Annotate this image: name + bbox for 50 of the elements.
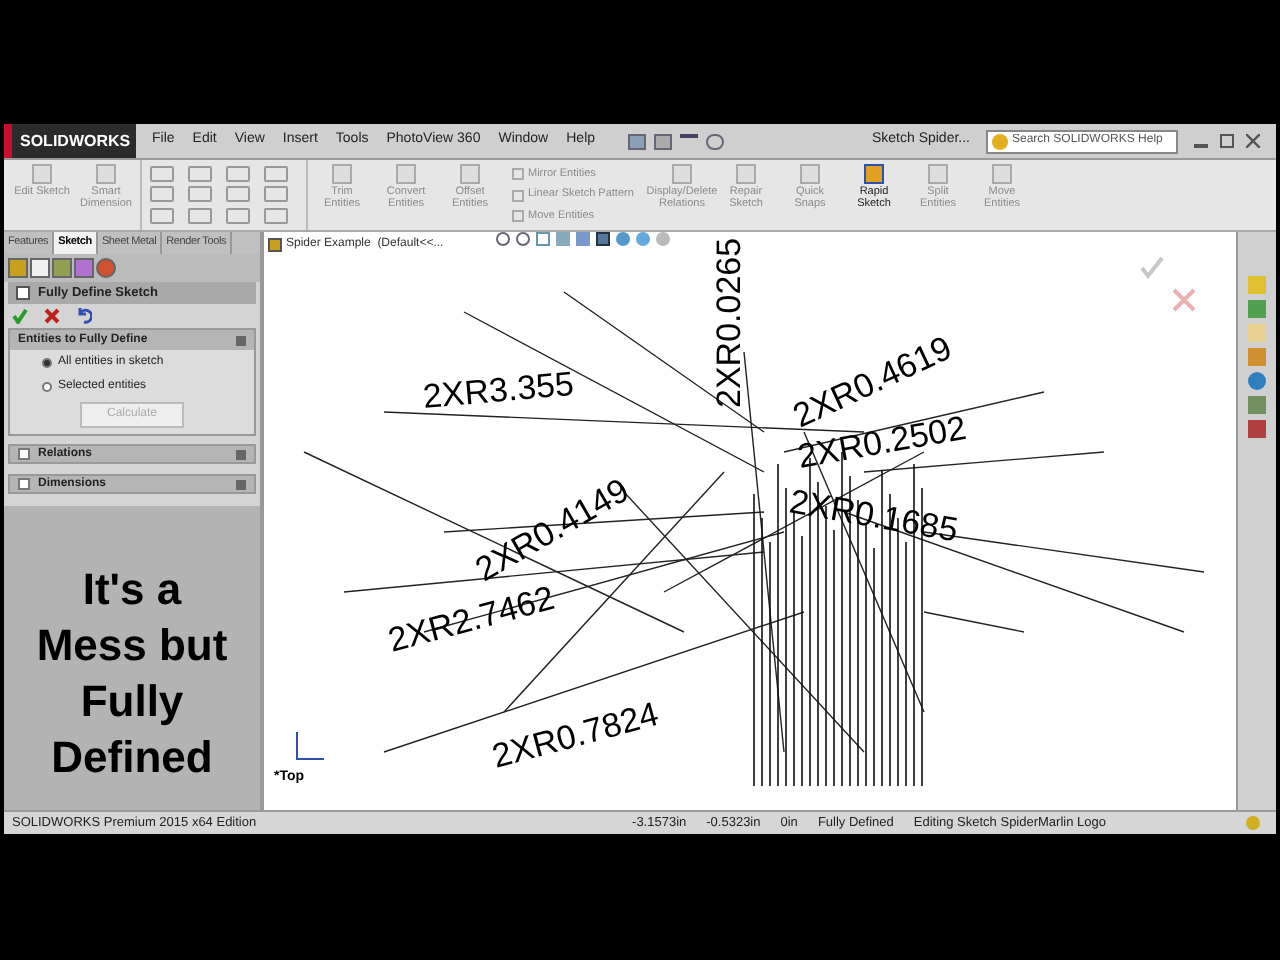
scene-icon[interactable] [656, 232, 670, 246]
dimension-label[interactable]: 2XR0.1685 [786, 482, 961, 550]
dimxpert-icon[interactable] [74, 258, 94, 278]
sketch-tool-icon[interactable] [264, 207, 288, 224]
restore-icon[interactable] [1220, 134, 1234, 148]
configuration-icon[interactable] [52, 258, 72, 278]
sketch-tool-icon[interactable] [264, 186, 288, 203]
sketch-tool-icon[interactable] [188, 207, 212, 224]
appearance-icon[interactable] [636, 232, 650, 246]
part-icon [268, 238, 282, 252]
display-style-icon[interactable] [596, 232, 610, 246]
print-icon[interactable] [653, 133, 672, 149]
help-icon[interactable] [1246, 816, 1260, 830]
triad-icon [296, 732, 324, 760]
sketch-tool-icon[interactable] [226, 186, 250, 203]
expand-icon[interactable] [236, 479, 246, 489]
cancel-icon[interactable] [44, 308, 60, 324]
sketch-tool-icon[interactable] [150, 166, 174, 182]
appearance-icon[interactable] [96, 258, 116, 278]
sketch-tool-icon[interactable] [188, 186, 212, 203]
section-icon [18, 448, 30, 460]
save-icon[interactable] [627, 133, 646, 149]
sketch-tool-icon[interactable] [226, 166, 250, 182]
caption-text: It's a Mess but Fully Defined [34, 562, 230, 786]
property-manager-icon[interactable] [30, 258, 50, 278]
sketch-tool-icon[interactable] [150, 207, 174, 224]
sketch-icon [16, 286, 30, 300]
sketch-tool-icon[interactable] [226, 207, 250, 224]
collapse-icon[interactable] [236, 335, 246, 345]
dimension-label[interactable]: 2XR3.355 [421, 364, 576, 416]
sketch-tool-icon[interactable] [264, 166, 288, 182]
cancel-icon[interactable] [1172, 288, 1196, 312]
help-icon [992, 133, 1008, 149]
sketch-line[interactable] [743, 351, 785, 753]
expand-icon[interactable] [236, 449, 246, 459]
sketch-tool-icon[interactable] [188, 166, 212, 182]
app-logo: SOLIDWORKS [4, 124, 136, 158]
close-icon[interactable] [1246, 134, 1260, 148]
tool-icon [864, 164, 884, 184]
dimension-label[interactable]: 2XR0.0265 [710, 237, 748, 408]
radio-button[interactable] [42, 382, 52, 392]
sketch-line[interactable] [923, 611, 1025, 633]
sketch-tool-icon[interactable] [150, 186, 174, 203]
ok-icon[interactable] [12, 308, 28, 324]
ok-icon[interactable] [1140, 256, 1164, 280]
section-icon [18, 478, 30, 490]
feature-tree-icon[interactable] [8, 258, 28, 278]
pan-icon[interactable] [536, 232, 550, 246]
radio-button[interactable] [42, 358, 52, 368]
hide-show-icon[interactable] [616, 232, 630, 246]
